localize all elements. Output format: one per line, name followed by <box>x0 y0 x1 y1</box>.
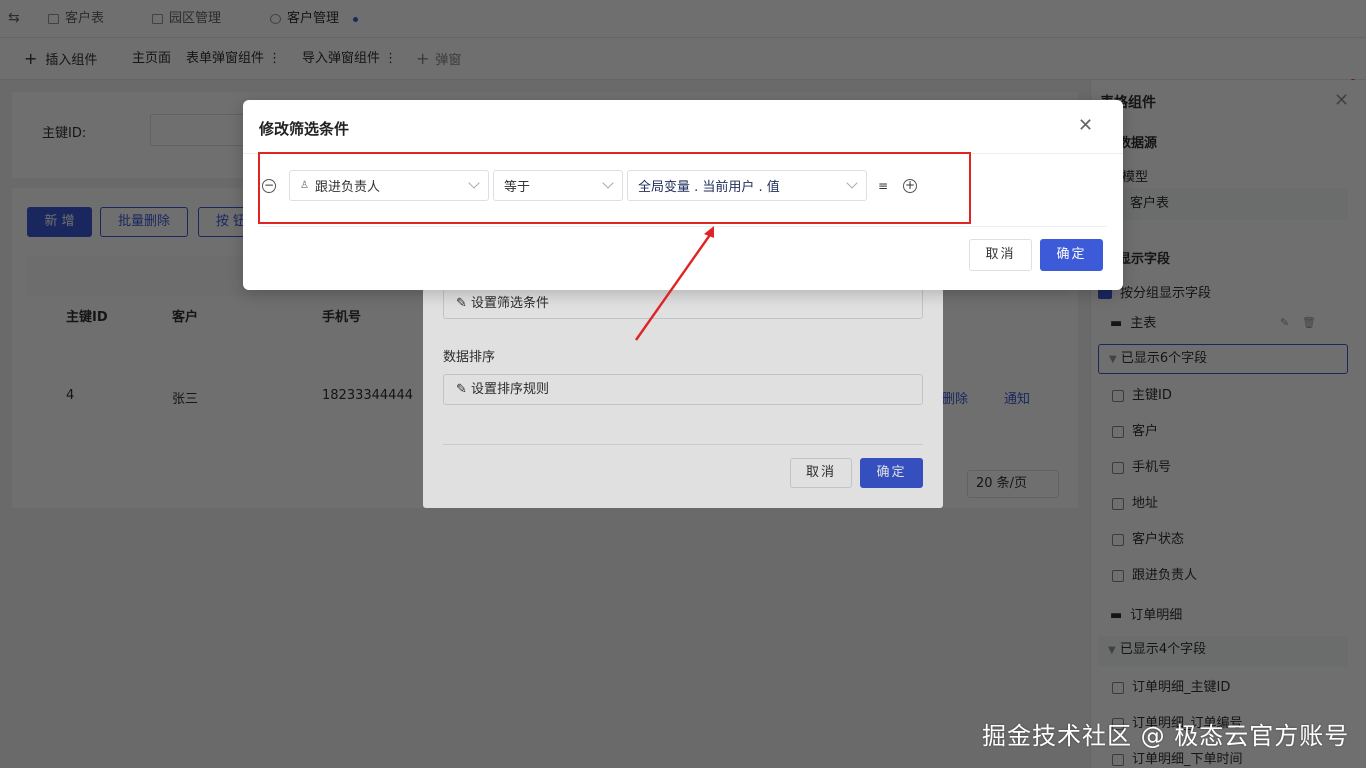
annotation-arrow <box>635 226 714 341</box>
confirm-button[interactable]: 确定 <box>1040 239 1103 271</box>
watermark: 掘金技术社区 @ 极态云官方账号 <box>982 722 1350 750</box>
dialog-title: 修改筛选条件 <box>259 120 350 138</box>
highlight-box <box>258 152 971 224</box>
cancel-button[interactable]: 取消 <box>969 239 1032 271</box>
close-icon[interactable]: ✕ <box>1078 115 1093 136</box>
